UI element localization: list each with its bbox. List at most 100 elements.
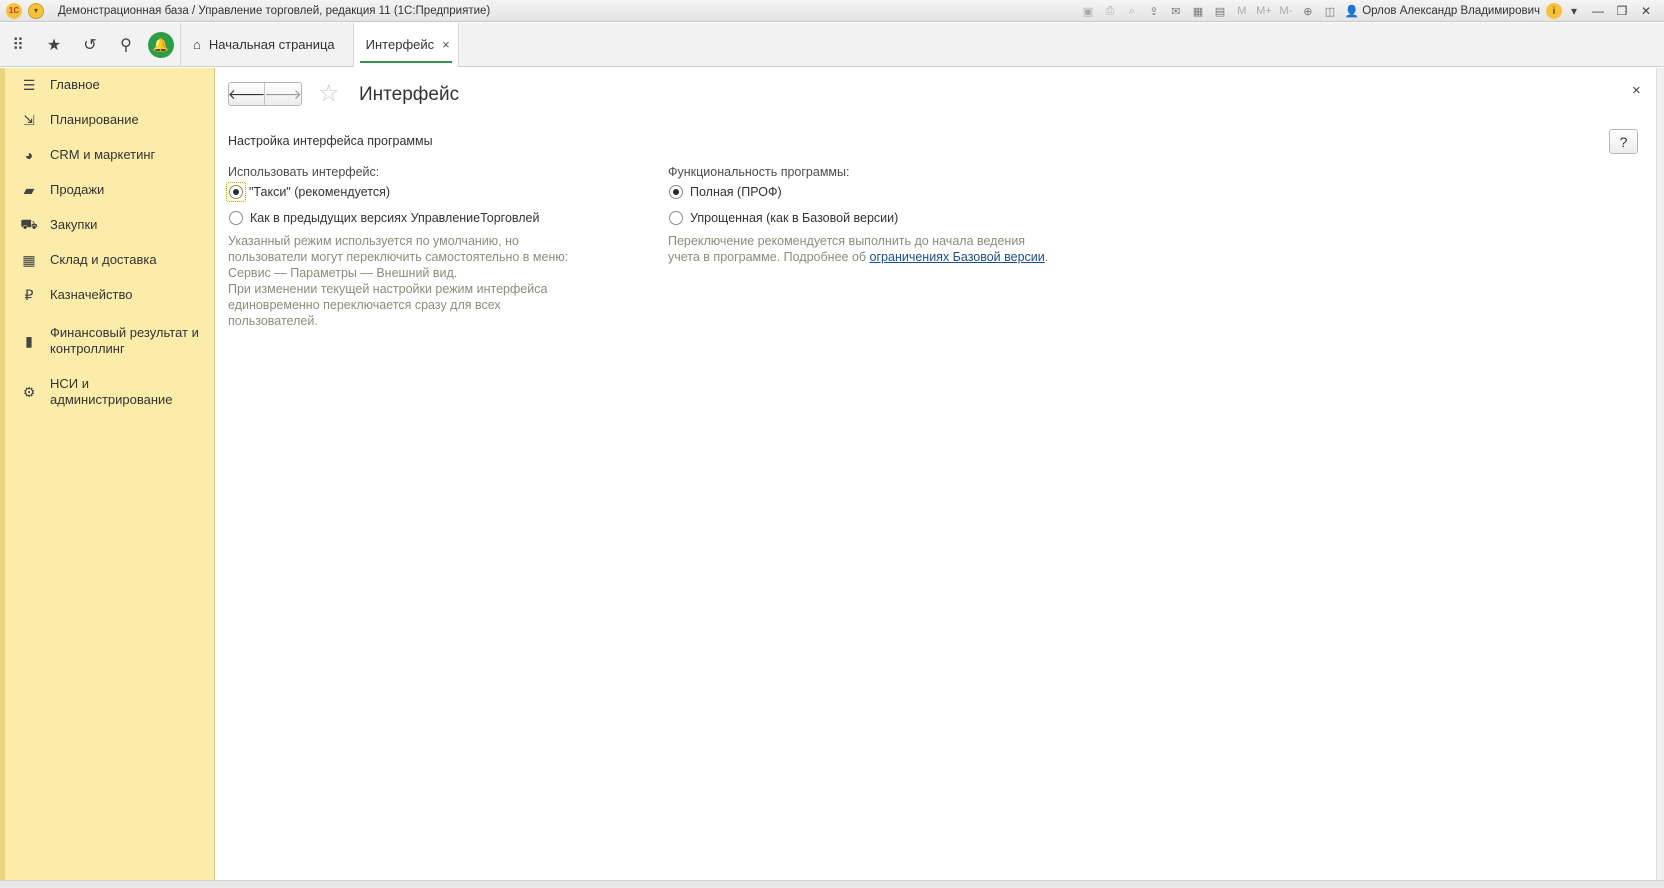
sidebar-item-crm[interactable]: ◕ CRM и маркетинг — [20, 146, 210, 164]
minimize-button[interactable]: — — [1586, 0, 1610, 22]
user-icon: 👤 — [1344, 6, 1360, 18]
tab-home[interactable]: ⌂ Начальная страница — [181, 22, 354, 67]
sidebar-item-label: Главное — [50, 77, 100, 92]
ruble-coin-icon: ₽ — [24, 286, 34, 303]
interface-hint: Указанный режим используется по умолчани… — [228, 233, 568, 329]
close-window-button[interactable]: ✕ — [1634, 0, 1658, 22]
radio-button[interactable] — [229, 211, 243, 225]
info-dropdown-icon[interactable]: ▾ — [1562, 0, 1586, 22]
bag-icon: ▰ — [23, 181, 35, 198]
save-icon[interactable]: ▣ — [1077, 0, 1099, 22]
sidebar-item-warehouse[interactable]: ▦ Склад и доставка — [20, 251, 210, 269]
notifications-bell-icon[interactable]: 🔔 — [148, 31, 174, 58]
sidebar-item-financial-result[interactable]: ▮ Финансовый результат и контроллинг — [20, 325, 210, 357]
functionality-hint: Переключение рекомендуется выполнить до … — [668, 233, 1048, 265]
functionality-group-label: Функциональность программы: — [668, 165, 850, 179]
cart-icon: ⛟ — [20, 215, 38, 232]
radio-taxi-label: "Такси" (рекомендуется) — [249, 185, 390, 199]
sidebar-item-label: Закупки — [50, 217, 98, 232]
radio-legacy-label: Как в предыдущих версиях УправлениеТорго… — [250, 211, 540, 225]
sidebar-item-main[interactable]: ☰ Главное — [20, 76, 210, 94]
calculator-icon[interactable]: ▦ — [1187, 0, 1209, 22]
history-navigation: 🡐 🡒 — [228, 82, 302, 106]
hint-line: Сервис — Параметры — Внешний вид. — [228, 266, 458, 280]
main-menu-button[interactable]: ▾ — [28, 2, 44, 19]
base-version-limits-link[interactable]: ограничениях Базовой версии — [870, 250, 1045, 264]
add-to-favorites-star-icon[interactable]: ☆ — [318, 81, 340, 107]
sidebar-item-administration[interactable]: ⚙ НСИ и администрирование — [20, 376, 210, 408]
sidebar-item-label: Казначейство — [50, 287, 133, 302]
panels-icon[interactable]: ◫ — [1319, 0, 1341, 22]
back-arrow-icon[interactable]: 🡐 — [228, 83, 265, 105]
radio-simplified-label: Упрощенная (как в Базовой версии) — [690, 211, 899, 225]
memory-plus-button[interactable]: M+ — [1253, 0, 1275, 22]
sidebar-item-label: Планирование — [50, 112, 139, 127]
menu-lines-icon: ☰ — [22, 76, 36, 93]
tab-interface[interactable]: Интерфейс × — [353, 22, 459, 67]
form-content — [216, 68, 1656, 880]
bar-chart-icon: ▮ — [25, 332, 33, 349]
tab-close-icon[interactable]: × — [442, 37, 450, 52]
radio-simplified[interactable]: Упрощенная (как в Базовой версии) — [669, 211, 898, 225]
hint-text: учета в программе. Подробнее об — [668, 250, 870, 264]
app-logo-icon: 1C — [6, 2, 22, 19]
mail-icon[interactable]: ✉ — [1165, 0, 1187, 22]
planning-icon: ⇲ — [23, 111, 35, 128]
memory-minus-button[interactable]: M- — [1275, 0, 1297, 22]
focus-frame — [226, 182, 246, 202]
hint-text: . — [1044, 250, 1049, 264]
info-icon[interactable]: i — [1546, 3, 1562, 19]
radio-button[interactable] — [669, 211, 683, 225]
upload-icon[interactable]: ⇪ — [1143, 0, 1165, 22]
hint-line: Переключение рекомендуется выполнить до … — [668, 234, 1026, 248]
hint-line: Указанный режим используется по умолчани… — [228, 234, 519, 248]
sidebar-edge — [0, 68, 5, 880]
history-icon[interactable]: ↺ — [72, 23, 108, 67]
hint-line: единовременно переключается сразу для вс… — [228, 298, 501, 312]
search-icon[interactable]: ⚲ — [108, 23, 144, 67]
preview-icon[interactable]: ⌕ — [1121, 0, 1143, 22]
section-title: Настройка интерфейса программы — [228, 134, 433, 148]
home-icon: ⌂ — [193, 37, 201, 52]
sidebar-item-label: Финансовый результат и контроллинг — [50, 325, 199, 356]
radio-full[interactable]: Полная (ПРОФ) — [669, 185, 782, 199]
sidebar-item-purchases[interactable]: ⛟ Закупки — [20, 216, 210, 234]
right-edge — [1656, 68, 1664, 880]
zoom-icon[interactable]: ⊕ — [1297, 0, 1319, 22]
sidebar-item-label: Продажи — [50, 182, 105, 197]
restore-button[interactable]: ❐ — [1610, 0, 1634, 22]
gear-icon: ⚙ — [22, 383, 36, 400]
tab-interface-label: Интерфейс — [365, 37, 435, 52]
sidebar-item-label: CRM и маркетинг — [50, 147, 156, 162]
print-icon[interactable]: ⎙ — [1099, 0, 1121, 22]
radio-full-label: Полная (ПРОФ) — [690, 185, 782, 199]
radio-legacy[interactable]: Как в предыдущих версиях УправлениеТорго… — [229, 211, 540, 225]
interface-group-label: Использовать интерфейс: — [228, 165, 380, 179]
tab-home-label: Начальная страница — [208, 37, 335, 52]
hint-line: учета в программе. Подробнее об ограниче… — [668, 249, 1048, 265]
forward-arrow-icon[interactable]: 🡒 — [264, 83, 302, 105]
hint-line: пользователи могут переключить самостоят… — [228, 250, 569, 264]
page-title: Интерфейс — [359, 84, 460, 105]
pie-chart-icon: ◕ — [24, 147, 34, 163]
navigation-bar: ⠿ ★ ↺ ⚲ 🔔 ⌂ Начальная страница Интерфейс… — [0, 22, 1664, 67]
sidebar-item-label: НСИ и администрирование — [50, 376, 173, 407]
calendar-icon[interactable]: ▤ — [1209, 0, 1231, 22]
close-form-icon[interactable]: × — [1632, 82, 1641, 99]
sidebar-item-treasury[interactable]: ₽ Казначейство — [20, 286, 210, 304]
apps-grid-icon[interactable]: ⠿ — [0, 23, 36, 67]
user-name: Орлов Александр Владимирович — [1362, 5, 1540, 17]
sidebar-item-planning[interactable]: ⇲ Планирование — [20, 111, 210, 129]
current-user[interactable]: 👤 Орлов Александр Владимирович — [1345, 4, 1540, 18]
favorites-star-icon[interactable]: ★ — [36, 23, 72, 67]
hint-line: При изменении текущей настройки режим ин… — [228, 282, 548, 296]
radio-button-checked[interactable] — [229, 185, 243, 199]
memory-m-button[interactable]: M — [1231, 0, 1253, 22]
titlebar-toolbar: ▣ ⎙ ⌕ ⇪ ✉ ▦ ▤ M M+ M- ⊕ ◫ 👤 Орлов Алекса… — [1077, 0, 1658, 22]
radio-button-checked[interactable] — [669, 185, 683, 199]
radio-taxi[interactable]: "Такси" (рекомендуется) — [226, 182, 390, 202]
warehouse-icon: ▦ — [22, 251, 36, 268]
help-button[interactable]: ? — [1609, 129, 1638, 154]
window-titlebar: 1C ▾ Демонстрационная база / Управление … — [0, 0, 1664, 22]
sidebar-item-sales[interactable]: ▰ Продажи — [20, 181, 210, 199]
